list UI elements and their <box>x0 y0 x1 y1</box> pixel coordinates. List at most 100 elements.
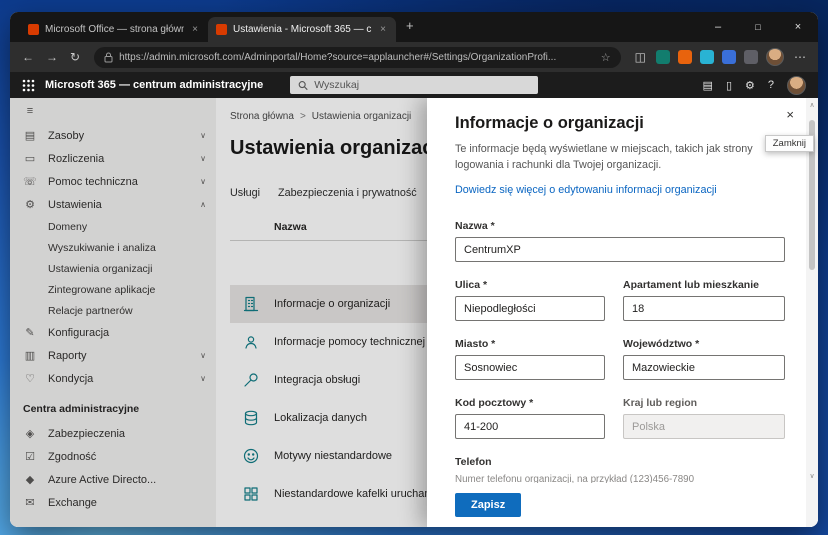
maximize-button[interactable]: □ <box>738 12 778 42</box>
sidebar-section-title: Centra administracyjne <box>10 390 216 422</box>
back-button[interactable]: ← <box>20 50 36 64</box>
street-field[interactable] <box>455 296 605 321</box>
sidebar-item-azure-ad[interactable]: ◆ Azure Active Directo... <box>10 468 216 491</box>
breadcrumb-separator: > <box>300 111 306 122</box>
address-bar[interactable]: https://admin.microsoft.com/Adminportal/… <box>94 47 621 68</box>
lock-icon <box>104 52 113 63</box>
favorites-icon[interactable]: ☆ <box>601 51 611 64</box>
zip-label: Kod pocztowy * <box>455 397 605 409</box>
breadcrumb-home-link[interactable]: Strona główna <box>230 111 294 122</box>
office-favicon <box>28 24 39 35</box>
sidebar-item-zintegrowane-aplikacje[interactable]: Zintegrowane aplikacje <box>10 279 216 300</box>
tiles-icon <box>241 484 261 504</box>
reports-icon: ▥ <box>23 349 37 362</box>
save-button[interactable]: Zapisz <box>455 493 521 517</box>
help-icon[interactable]: ? <box>768 79 774 91</box>
sidebar-item-relacje-partnerow[interactable]: Relacje partnerów <box>10 300 216 321</box>
tab-uslugi[interactable]: Usługi <box>230 187 260 207</box>
extension-icon-2[interactable] <box>678 50 692 64</box>
street-label: Ulica * <box>455 279 605 291</box>
scroll-down-icon[interactable]: ∨ <box>806 472 818 480</box>
app-title: Microsoft 365 — centrum administracyjne <box>45 79 263 91</box>
extension-icon-3[interactable] <box>700 50 714 64</box>
forward-button[interactable]: → <box>44 50 60 64</box>
settings-icon: ⚙ <box>23 198 37 211</box>
apartment-field[interactable] <box>623 296 785 321</box>
document-icon[interactable]: ▯ <box>726 79 732 92</box>
sidebar-item-konfiguracja[interactable]: ✎ Konfiguracja <box>10 321 216 344</box>
chevron-down-icon: ∨ <box>200 351 206 360</box>
sidebar-item-zasoby[interactable]: ▤ Zasoby ∨ <box>10 124 216 147</box>
tab-zabezpieczenia-i-prywatnosc[interactable]: Zabezpieczenia i prywatność <box>278 187 417 207</box>
breadcrumb-current: Ustawienia organizacji <box>312 111 412 122</box>
content-area: ≡ ▤ Zasoby ∨ ▭ Rozliczenia ∨ ☏ Pomoc tec… <box>10 98 818 527</box>
panel-scrollbar[interactable]: ∧ ∨ <box>806 98 818 527</box>
smiley-icon <box>241 446 261 466</box>
state-field[interactable] <box>623 355 785 380</box>
admin-search[interactable] <box>290 76 538 94</box>
chevron-down-icon: ∨ <box>200 131 206 140</box>
city-label: Miasto * <box>455 338 605 350</box>
compliance-icon: ☑ <box>23 450 37 463</box>
scroll-up-icon[interactable]: ∧ <box>806 101 818 109</box>
organization-info-panel: × Zamknij Informacje o organizacji Te in… <box>427 98 818 527</box>
chevron-down-icon: ∨ <box>200 177 206 186</box>
tab-close-icon[interactable]: × <box>190 24 200 35</box>
sidebar-item-ustawienia-organizacji[interactable]: Ustawienia organizacji <box>10 258 216 279</box>
country-field <box>623 414 785 439</box>
gear-icon[interactable]: ⚙ <box>745 79 755 92</box>
panel-title: Informacje o organizacji <box>455 114 776 133</box>
city-field[interactable] <box>455 355 605 380</box>
zip-field[interactable] <box>455 414 605 439</box>
browser-tab-admin-active[interactable]: Ustawienia - Microsoft 365 — c... × <box>208 17 396 42</box>
resources-icon: ▤ <box>23 129 37 142</box>
sidebar-item-rozliczenia[interactable]: ▭ Rozliczenia ∨ <box>10 147 216 170</box>
support-icon: ☏ <box>23 175 37 188</box>
extension-icon-5[interactable] <box>744 50 758 64</box>
setup-icon: ✎ <box>23 326 37 339</box>
browser-tab-office[interactable]: Microsoft Office — strona główn × <box>20 17 208 42</box>
browser-toolbar: ← → ↻ https://admin.microsoft.com/Adminp… <box>10 42 818 72</box>
admin-header-icons: ▤ ▯ ⚙ ? <box>703 76 806 95</box>
close-window-button[interactable]: × <box>778 12 818 42</box>
chevron-down-icon: ∨ <box>200 374 206 383</box>
sidebar-item-ustawienia[interactable]: ⚙ Ustawienia ∧ <box>10 193 216 216</box>
chevron-down-icon: ∨ <box>200 154 206 163</box>
app-launcher-icon[interactable] <box>22 79 35 92</box>
search-input[interactable] <box>314 79 530 91</box>
panel-body: Informacje o organizacji Te informacje b… <box>427 98 806 483</box>
sidebar: ≡ ▤ Zasoby ∨ ▭ Rozliczenia ∨ ☏ Pomoc tec… <box>10 98 216 527</box>
building-icon <box>241 294 261 314</box>
refresh-button[interactable]: ↻ <box>68 50 82 64</box>
panel-description: Te informacje będą wyświetlane w miejsca… <box>455 142 776 173</box>
sidebar-item-kondycja[interactable]: ♡ Kondycja ∨ <box>10 367 216 390</box>
country-label: Kraj lub region <box>623 397 785 409</box>
browser-menu-icon[interactable]: ⋯ <box>792 50 808 64</box>
extension-icon-1[interactable] <box>656 50 670 64</box>
close-icon[interactable]: × <box>786 107 794 122</box>
window-controls: – □ × <box>698 12 818 42</box>
tab-close-icon[interactable]: × <box>378 24 388 35</box>
sidebar-item-wyszukiwanie-i-analiza[interactable]: Wyszukiwanie i analiza <box>10 237 216 258</box>
browser-profile-avatar[interactable] <box>766 48 784 66</box>
hamburger-icon[interactable]: ≡ <box>23 105 37 117</box>
sidebar-item-raporty[interactable]: ▥ Raporty ∨ <box>10 344 216 367</box>
admin-header: Microsoft 365 — centrum administracyjne … <box>10 72 818 98</box>
name-label: Nazwa * <box>455 220 785 232</box>
account-avatar[interactable] <box>787 76 806 95</box>
state-label: Województwo * <box>623 338 785 350</box>
minimize-button[interactable]: – <box>698 12 738 42</box>
sidebar-item-exchange[interactable]: ✉ Exchange <box>10 491 216 514</box>
sidebar-item-zabezpieczenia[interactable]: ◈ Zabezpieczenia <box>10 422 216 445</box>
sidebar-item-zgodnosc[interactable]: ☑ Zgodność <box>10 445 216 468</box>
sidebar-item-domeny[interactable]: Domeny <box>10 216 216 237</box>
name-field[interactable] <box>455 237 785 262</box>
search-icon <box>298 80 308 91</box>
learn-more-link[interactable]: Dowiedz się więcej o edytowaniu informac… <box>455 184 776 196</box>
new-tab-button[interactable]: + <box>406 18 414 33</box>
sidebar-item-pomoc-techniczna[interactable]: ☏ Pomoc techniczna ∨ <box>10 170 216 193</box>
extension-icon-4[interactable] <box>722 50 736 64</box>
support-person-icon <box>241 332 261 352</box>
tasks-icon[interactable]: ▤ <box>703 79 713 92</box>
split-screen-icon[interactable]: ◫ <box>633 50 648 64</box>
